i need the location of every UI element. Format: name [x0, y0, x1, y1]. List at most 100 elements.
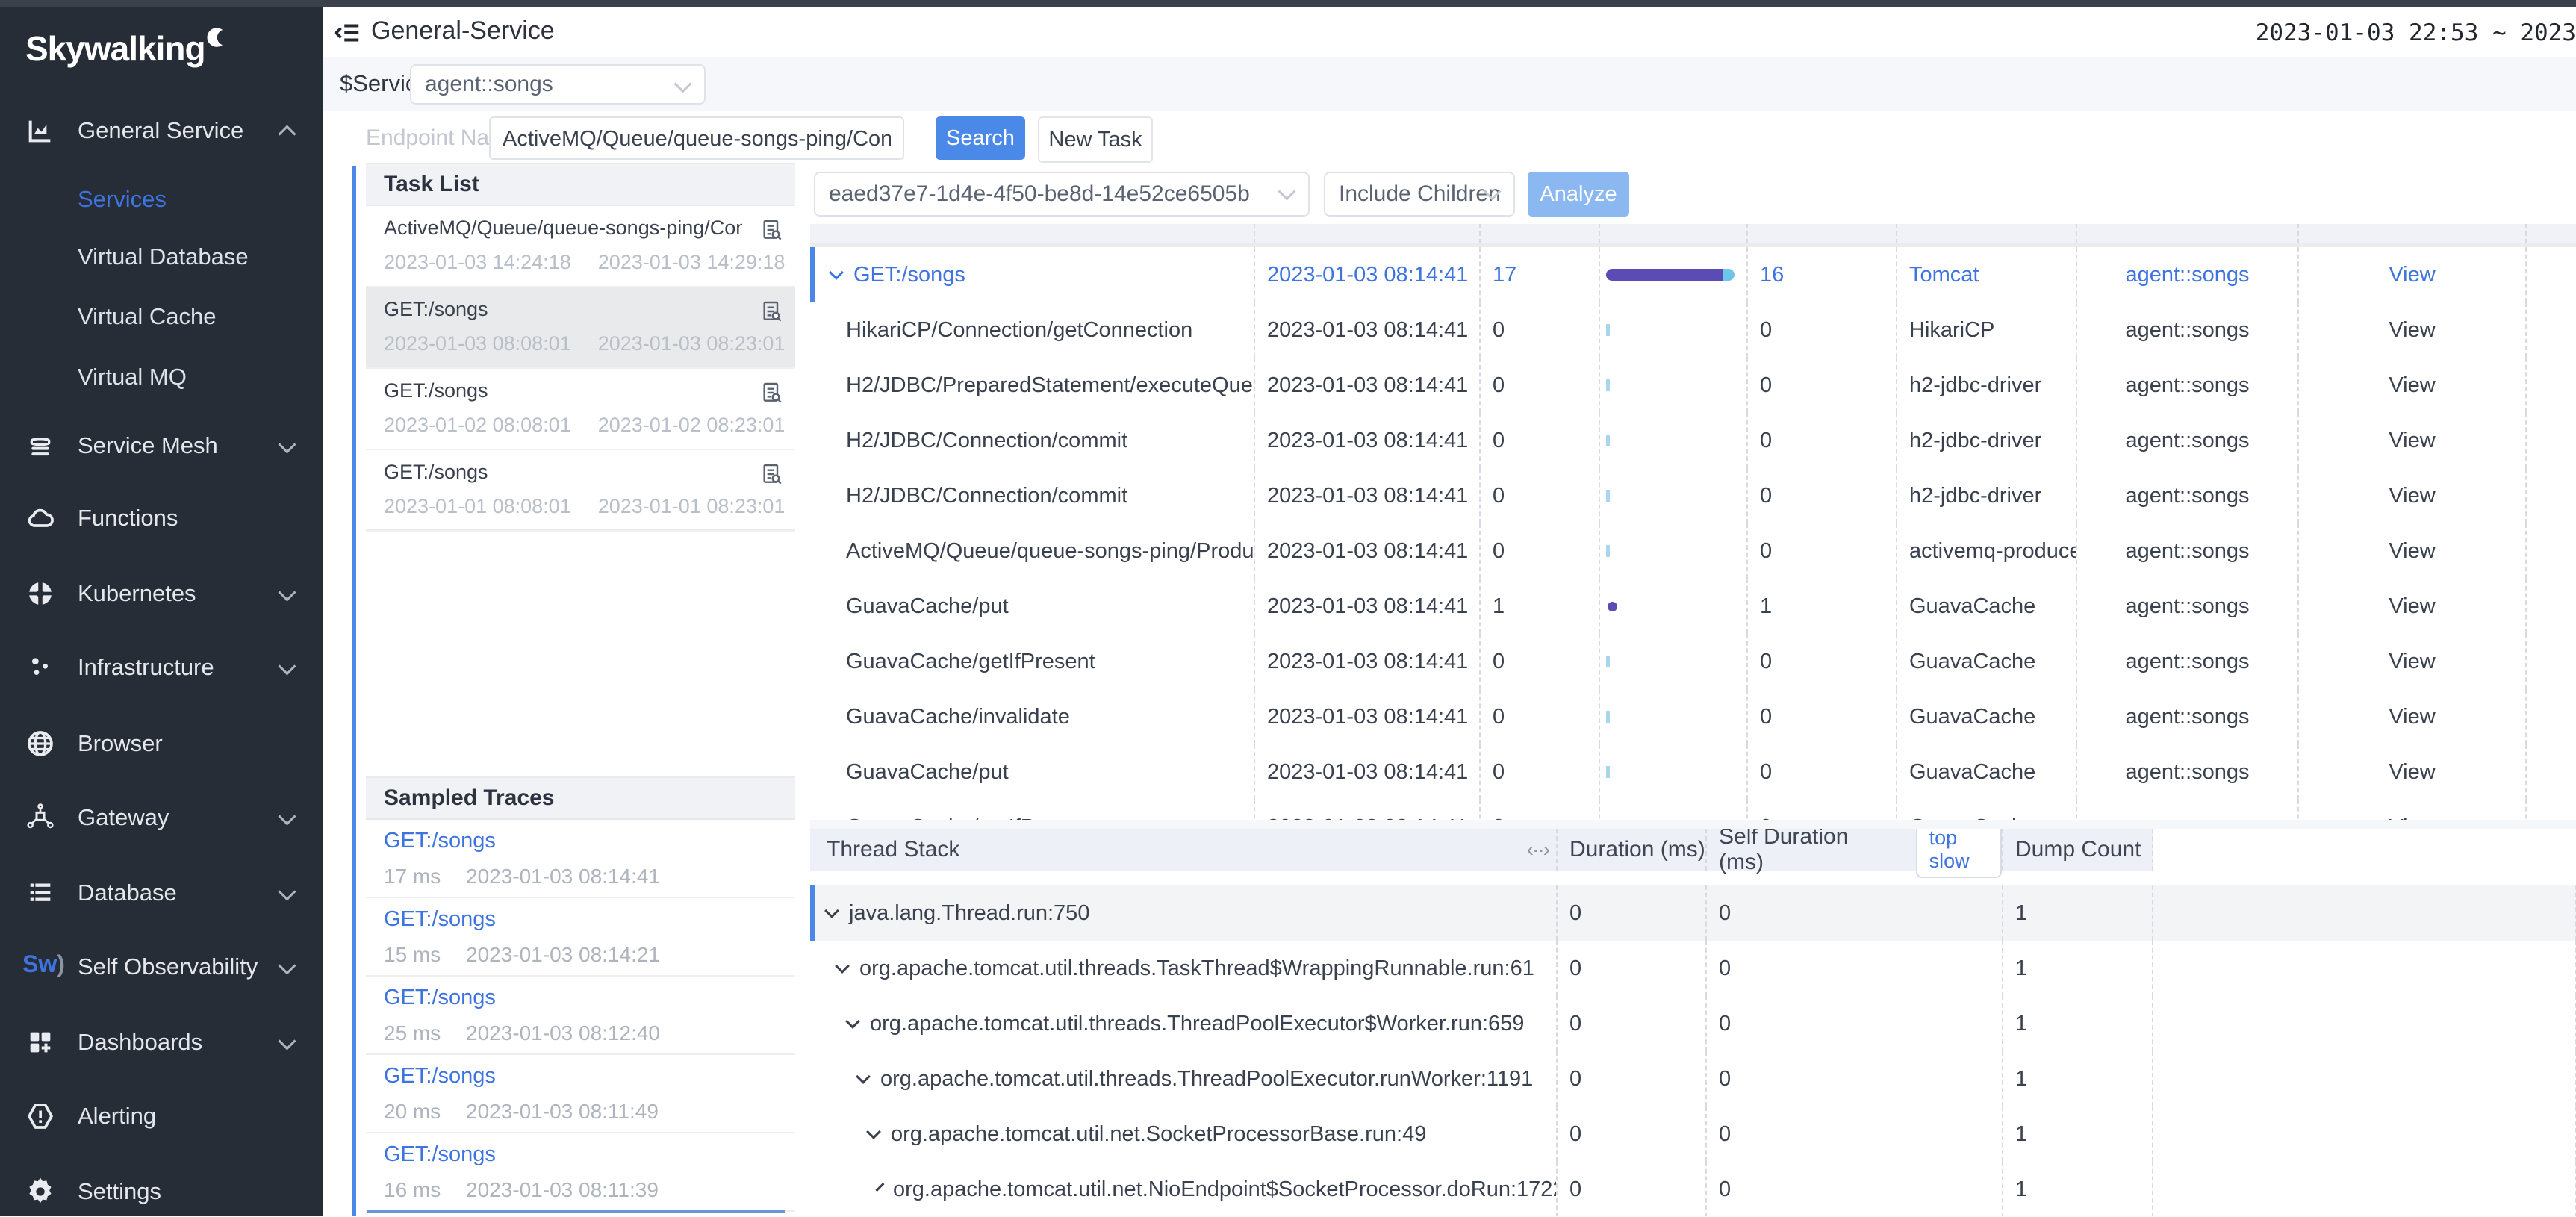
- sidebar-item-gateway[interactable]: Gateway: [0, 794, 323, 841]
- chevron-down-icon: [824, 903, 839, 918]
- table-row[interactable]: GuavaCache/invalidate 2023-01-03 08:14:4…: [810, 689, 2576, 744]
- view-link[interactable]: View: [2299, 358, 2527, 413]
- kubernetes-icon: [25, 579, 55, 608]
- thread-stack-row[interactable]: org.apache.tomcat.util.threads.TaskThrea…: [810, 941, 2576, 996]
- sidebar-item-virtual-mq[interactable]: Virtual MQ: [0, 353, 323, 401]
- task-list-item[interactable]: GET:/songs 2023-01-03 08:08:012023-01-03…: [366, 287, 795, 369]
- sidebar-item-database[interactable]: Database: [0, 869, 323, 917]
- view-link[interactable]: View: [2299, 634, 2527, 689]
- sidebar-item-alerting[interactable]: Alerting: [0, 1092, 323, 1140]
- sidebar-item-self-observability[interactable]: Sw) Self Observability: [0, 943, 323, 991]
- duration-bar: [1600, 744, 1748, 800]
- trace-item[interactable]: GET:/songs 17 ms2023-01-03 08:14:41: [366, 820, 795, 898]
- trace-id-select[interactable]: eaed37e7-1d4e-4f50-be8d-14e52ce6505b: [814, 172, 1310, 217]
- table-row[interactable]: ActiveMQ/Queue/queue-songs-ping/Producer…: [810, 523, 2576, 579]
- task-list-item[interactable]: ActiveMQ/Queue/queue-songs-ping/Consumer…: [366, 206, 795, 287]
- trace-item[interactable]: GET:/songs 15 ms2023-01-03 08:14:21: [366, 898, 795, 977]
- duration-bar: [1600, 523, 1748, 579]
- column-resize-icon[interactable]: ‹··›: [1527, 838, 1549, 862]
- sidebar-item-kubernetes[interactable]: Kubernetes: [0, 570, 323, 617]
- view-link[interactable]: View: [2299, 744, 2527, 800]
- thread-stack-row[interactable]: java.lang.Thread.run:750 0 0 1: [810, 885, 2576, 941]
- sidebar-item-virtual-cache[interactable]: Virtual Cache: [0, 293, 323, 340]
- sidebar-item-functions[interactable]: Functions: [0, 494, 323, 542]
- analyze-mode-select[interactable]: Include Children: [1324, 172, 1515, 217]
- task-log-icon[interactable]: [759, 218, 783, 242]
- sidebar-item-browser[interactable]: Browser: [0, 720, 323, 768]
- chevron-down-icon: [1278, 182, 1295, 200]
- span-analysis-table: GET:/songs 2023-01-03 08:14:41 17 16 Tom…: [810, 224, 2576, 820]
- sidebar-item-general-service[interactable]: General Service: [0, 107, 323, 155]
- table-row[interactable]: HikariCP/Connection/getConnection 2023-0…: [810, 302, 2576, 358]
- chevron-down-icon: [673, 75, 691, 93]
- thread-stack-panel: Thread Stack ‹··› Duration (ms) Self Dur…: [810, 829, 2576, 1216]
- col-self-duration: Self Duration (ms): [1719, 829, 1864, 875]
- task-list-item[interactable]: GET:/songs 2023-01-01 08:08:012023-01-01…: [366, 450, 795, 532]
- globe-icon: [25, 729, 55, 759]
- table-row-clipped[interactable]: GuavaCache/getIfPresent 2023-01-03 08:14…: [810, 800, 2576, 820]
- analyze-toolbar: eaed37e7-1d4e-4f50-be8d-14e52ce6505b Inc…: [810, 163, 2576, 222]
- search-button[interactable]: Search: [936, 116, 1025, 160]
- duration-bar: [1600, 358, 1748, 413]
- span-table-header-clipped: [810, 224, 2576, 247]
- alert-hexagon-icon: [25, 1101, 55, 1131]
- sidebar: Skywalking General Service Services Virt…: [0, 7, 323, 1216]
- view-link[interactable]: View: [2299, 523, 2527, 579]
- table-row[interactable]: H2/JDBC/PreparedStatement/executeQuery 2…: [810, 358, 2576, 413]
- chevron-up-icon: [278, 125, 296, 143]
- endpoint-name-input[interactable]: ActiveMQ/Queue/queue-songs-ping/Consum: [489, 116, 904, 160]
- task-log-icon[interactable]: [759, 299, 783, 323]
- task-log-icon[interactable]: [759, 381, 783, 405]
- chevron-down-icon: [278, 956, 296, 974]
- view-link[interactable]: View: [2299, 413, 2527, 468]
- dashboard-grid-icon: [25, 1027, 55, 1057]
- view-link[interactable]: View: [2299, 689, 2527, 744]
- sidebar-item-dashboards[interactable]: Dashboards: [0, 1018, 323, 1066]
- collapse-menu-icon[interactable]: [334, 19, 362, 47]
- new-task-button[interactable]: New Task: [1038, 116, 1153, 163]
- thread-stack-row[interactable]: org.apache.tomcat.util.threads.ThreadPoo…: [810, 1051, 2576, 1106]
- table-row[interactable]: GET:/songs 2023-01-03 08:14:41 17 16 Tom…: [810, 247, 2576, 302]
- duration-bar: [1600, 302, 1748, 358]
- sidebar-item-settings[interactable]: Settings: [0, 1168, 323, 1216]
- sidebar-item-service-mesh[interactable]: Service Mesh: [0, 422, 323, 470]
- chevron-down-icon: [278, 1032, 296, 1050]
- time-range-picker[interactable]: 2023-01-03 22:53 ~ 2023: [2256, 19, 2576, 46]
- view-link[interactable]: View: [2299, 247, 2527, 302]
- table-row[interactable]: GuavaCache/getIfPresent 2023-01-03 08:14…: [810, 634, 2576, 689]
- view-link[interactable]: View: [2299, 579, 2527, 634]
- table-row[interactable]: GuavaCache/put 2023-01-03 08:14:41 0 0 G…: [810, 744, 2576, 800]
- sidebar-item-virtual-database[interactable]: Virtual Database: [0, 233, 323, 281]
- duration-bar: [1600, 689, 1748, 744]
- database-icon: [25, 878, 55, 908]
- view-link[interactable]: View: [2299, 302, 2527, 358]
- task-list-item[interactable]: GET:/songs 2023-01-02 08:08:012023-01-02…: [366, 369, 795, 450]
- chevron-down-icon: [835, 959, 850, 974]
- view-link[interactable]: View: [2299, 468, 2527, 523]
- app-header: General-Service 2023-01-03 22:53 ~ 2023: [323, 7, 2576, 58]
- trace-item[interactable]: GET:/songs 16 ms2023-01-03 08:11:39: [366, 1133, 795, 1212]
- thread-stack-header: Thread Stack ‹··› Duration (ms) Self Dur…: [810, 829, 2576, 871]
- page-title: General-Service: [371, 16, 555, 46]
- moon-icon: [202, 25, 228, 50]
- trace-item[interactable]: GET:/songs 20 ms2023-01-03 08:11:49: [366, 1055, 795, 1133]
- top-slow-button[interactable]: top slow: [1916, 829, 2002, 878]
- sidebar-item-services[interactable]: Services: [0, 175, 323, 223]
- analyze-button[interactable]: Analyze: [1528, 172, 1629, 217]
- view-link[interactable]: View: [2299, 800, 2527, 820]
- trace-item[interactable]: GET:/songs 25 ms2023-01-03 08:12:40: [366, 977, 795, 1055]
- service-select[interactable]: agent::songs: [410, 64, 706, 105]
- thread-stack-row[interactable]: org.apache.tomcat.util.threads.ThreadPoo…: [810, 996, 2576, 1051]
- next-trace-item-clipped: [367, 1210, 785, 1213]
- table-row[interactable]: H2/JDBC/Connection/commit 2023-01-03 08:…: [810, 413, 2576, 468]
- cloud-icon: [25, 503, 55, 533]
- sidebar-item-infrastructure[interactable]: Infrastructure: [0, 644, 323, 691]
- chevron-down-icon: [278, 435, 296, 453]
- thread-stack-row[interactable]: org.apache.tomcat.util.net.NioEndpoint$S…: [810, 1162, 2576, 1216]
- thread-stack-row[interactable]: org.apache.tomcat.util.net.SocketProcess…: [810, 1106, 2576, 1162]
- col-dump-count: Dump Count: [2003, 829, 2153, 871]
- table-row[interactable]: H2/JDBC/Connection/commit 2023-01-03 08:…: [810, 468, 2576, 523]
- chevron-down-icon: [829, 265, 844, 280]
- task-log-icon[interactable]: [759, 462, 783, 486]
- table-row[interactable]: GuavaCache/put 2023-01-03 08:14:41 1 1 G…: [810, 579, 2576, 634]
